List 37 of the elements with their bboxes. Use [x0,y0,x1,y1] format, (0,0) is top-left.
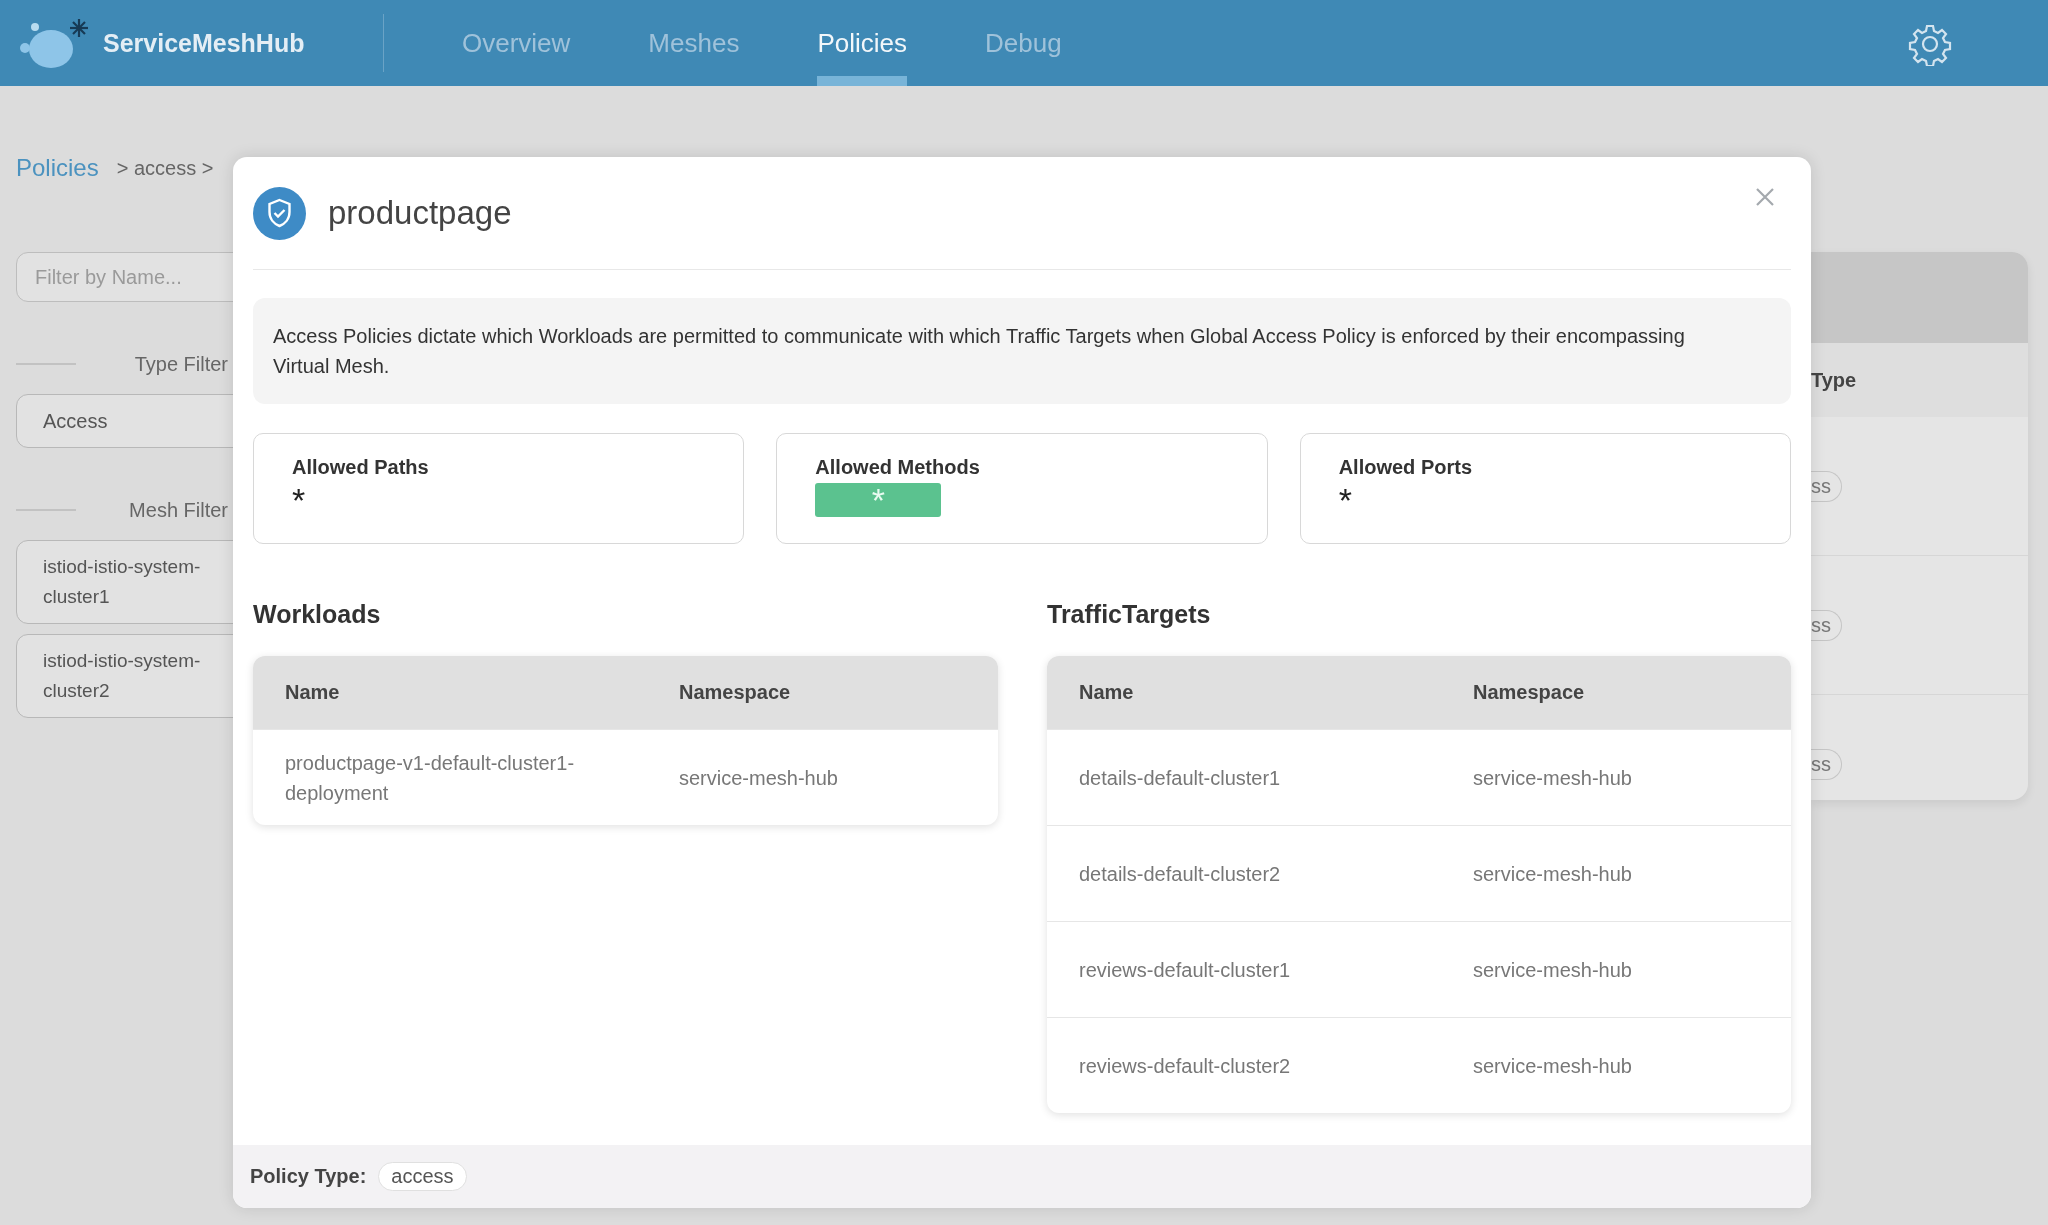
rule-value: * [292,483,306,517]
table-cell-text: service-mesh-hub [1473,765,1633,791]
filter-label: Type Filter [134,352,228,376]
column-header: Name [1079,681,1135,704]
breadcrumb-trail: > access > [116,156,214,180]
value-tag: * [815,483,942,517]
filter-label: Mesh Filter [129,498,228,522]
column-header: Namespace [1473,681,1586,704]
brand-name: ServiceMeshHub [103,28,305,58]
section-heading: TrafficTargets [1047,600,1212,629]
nav-tab[interactable]: Overview [462,0,571,86]
column-header: Type [1811,368,1857,392]
field-label: Policy Type: [250,1165,367,1188]
close-icon[interactable] [1755,187,1775,207]
table-cell-text: details-default-cluster2 [1079,861,1282,887]
table-cell-text: service-mesh-hub [1473,1053,1633,1079]
modal-title: productpage [328,194,512,232]
table-cell-text: details-default-cluster1 [1079,765,1282,791]
column-header: Namespace [679,681,792,704]
settings-icon[interactable] [1908,22,1952,66]
table-cell-text: service-mesh-hub [1473,861,1633,887]
nav-tab[interactable]: Meshes [648,0,740,86]
table-cell-text: reviews-default-cluster2 [1079,1053,1292,1079]
table-cell-text: service-mesh-hub [679,765,839,791]
table-cell-text: reviews-default-cluster1 [1079,957,1292,983]
table-cell-text: productpage-v1-default-cluster1-deployment [285,750,576,806]
breadcrumb-link[interactable]: Policies [16,154,99,182]
policy-type-tag: access [378,1162,467,1191]
description-text: Access Policies dictate which Workloads are permitted to communicate with which Traffic Targets when Global Access Policy is enforced by their encompassing Virtual Mesh. [253,298,1791,404]
rule-label: Allowed Ports [1338,456,1472,479]
nav-tab[interactable]: Debug [985,0,1062,86]
rule-label: Allowed Paths [292,456,429,479]
rule-value: * [1338,483,1352,517]
nav-tab[interactable]: Policies [817,0,907,86]
table-cell-text: service-mesh-hub [1473,957,1633,983]
shield-icon [253,186,306,240]
rule-label: Allowed Methods [815,456,980,479]
